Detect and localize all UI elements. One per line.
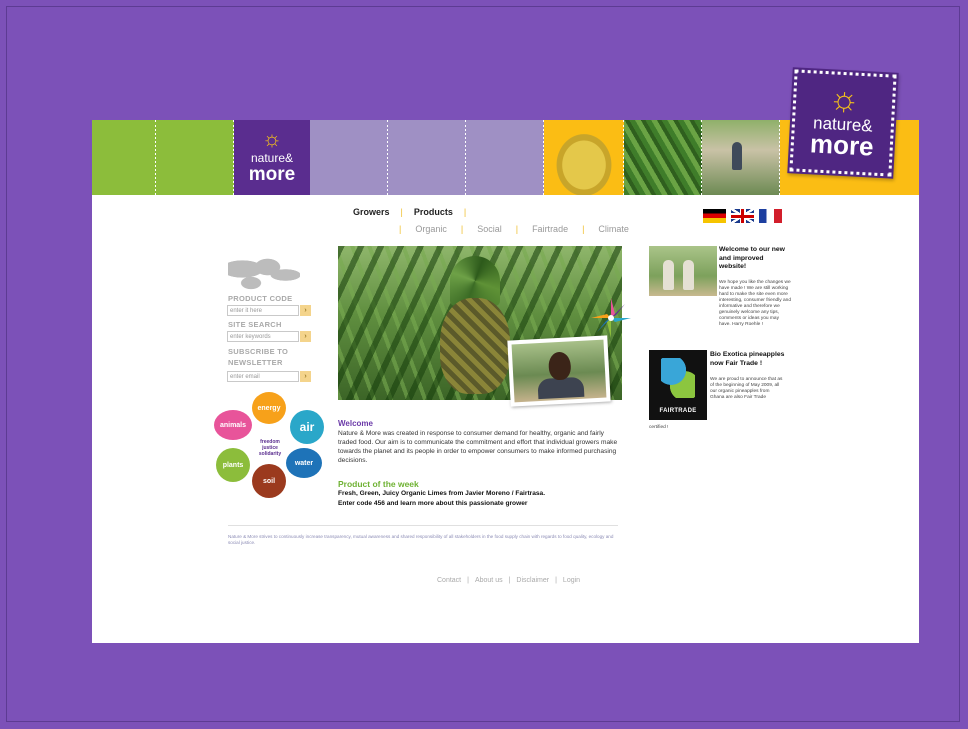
petal-animals[interactable]: animals [214, 410, 252, 440]
footer-link-disclaimer[interactable]: Disclaimer [510, 577, 555, 584]
product-of-week-line: Enter code 456 and learn more about this… [338, 499, 528, 507]
welcome-text: Nature & More was created in response to… [338, 430, 618, 464]
nav-social[interactable]: Social [463, 224, 516, 234]
corner-logo-badge[interactable]: ☼ nature& more [787, 67, 899, 179]
news-text-welcome: We hope you like the changes we have mad… [719, 280, 791, 327]
welcome-heading: Welcome [338, 419, 373, 428]
strip-logo[interactable]: ☼ nature& more [234, 120, 310, 195]
news-title-pineapples[interactable]: Bio Exotica pineapples now Fair Trade ! [710, 351, 788, 368]
news-text-pineapples-tail: certified ! [649, 425, 669, 430]
logo-text-more: more [809, 128, 875, 162]
sustainability-flower[interactable]: energy air water soil plants animals fre… [214, 392, 326, 504]
nav-growers[interactable]: Growers [342, 207, 401, 217]
product-code-input[interactable]: enter it here [227, 305, 299, 316]
fairtrade-mark-icon [661, 358, 695, 398]
nav-separator: | [463, 207, 467, 217]
nav-products[interactable]: Products [403, 207, 464, 217]
site-search-go-button[interactable]: › [300, 331, 311, 342]
strip-photo-grower [702, 120, 781, 195]
fairtrade-logo[interactable]: FAIRTRADE [649, 350, 707, 420]
logo-text-more: more [248, 164, 296, 185]
strip-tile-green [156, 120, 235, 195]
flower-center-text: freedom justice solidarity [258, 439, 282, 457]
petal-air[interactable]: air [290, 410, 324, 444]
petal-plants[interactable]: plants [216, 448, 250, 482]
nav-fairtrade[interactable]: Fairtrade [518, 224, 582, 234]
pinwheel-icon [591, 298, 631, 338]
news-title-welcome[interactable]: Welcome to our new and improved website! [719, 246, 789, 272]
primary-nav: Growers | Products | [342, 207, 466, 217]
world-map-icon[interactable] [228, 253, 300, 293]
grower-portrait-photo[interactable] [507, 335, 611, 407]
product-of-week-text: Fresh, Green, Juicy Organic Limes from J… [338, 489, 628, 508]
german-flag-icon[interactable] [703, 209, 726, 223]
product-of-week-line: Fresh, Green, Juicy Organic Limes from J… [338, 490, 546, 497]
strip-tile-lilac [310, 120, 389, 195]
footer-divider [228, 525, 618, 526]
strip-tile-green [92, 120, 157, 195]
language-switcher [703, 209, 787, 227]
newsletter-go-button[interactable]: › [300, 371, 311, 382]
footer-links: Contact | About us | Disclaimer | Login [431, 577, 586, 584]
petal-water[interactable]: water [286, 448, 322, 478]
footer-link-login[interactable]: Login [557, 577, 586, 584]
website-page: ☼ nature& more Growers | Products | | Organi… [92, 120, 919, 643]
french-flag-icon[interactable] [759, 209, 782, 223]
news-photo-growers[interactable] [649, 246, 717, 296]
fairtrade-logo-text: FAIRTRADE [659, 408, 697, 414]
product-code-go-button[interactable]: › [300, 305, 311, 316]
secondary-nav: | Organic | Social | Fairtrade | Climate [399, 224, 643, 234]
site-search-input[interactable]: enter keywords [227, 331, 299, 342]
footer-link-contact[interactable]: Contact [431, 577, 467, 584]
strip-tile-lilac [466, 120, 545, 195]
nav-climate[interactable]: Climate [584, 224, 643, 234]
site-search-label: SITE SEARCH [228, 320, 282, 329]
sun-icon: ☼ [827, 79, 861, 119]
product-code-label: PRODUCT CODE [228, 294, 293, 303]
newsletter-label: NEWSLETTER [228, 358, 283, 367]
subscribe-label: SUBSCRIBE TO [228, 347, 289, 356]
petal-soil[interactable]: soil [252, 464, 286, 498]
news-text-pineapples: We are proud to announce that as of the … [710, 377, 783, 400]
pineapple-fruit [440, 298, 510, 394]
footer-link-about[interactable]: About us [469, 577, 509, 584]
newsletter-email-input[interactable]: enter email [227, 371, 299, 382]
sun-icon: ☼ [261, 126, 283, 151]
strip-photo-leaves [624, 120, 703, 195]
strip-photo-pineapple [544, 120, 625, 195]
product-of-week-heading: Product of the week [338, 479, 419, 489]
nav-organic[interactable]: Organic [401, 224, 461, 234]
strip-tile-lilac [388, 120, 467, 195]
footer-mission-text: Nature & More strives to continuously in… [228, 534, 614, 545]
uk-flag-icon[interactable] [731, 209, 754, 223]
petal-energy[interactable]: energy [252, 392, 286, 424]
